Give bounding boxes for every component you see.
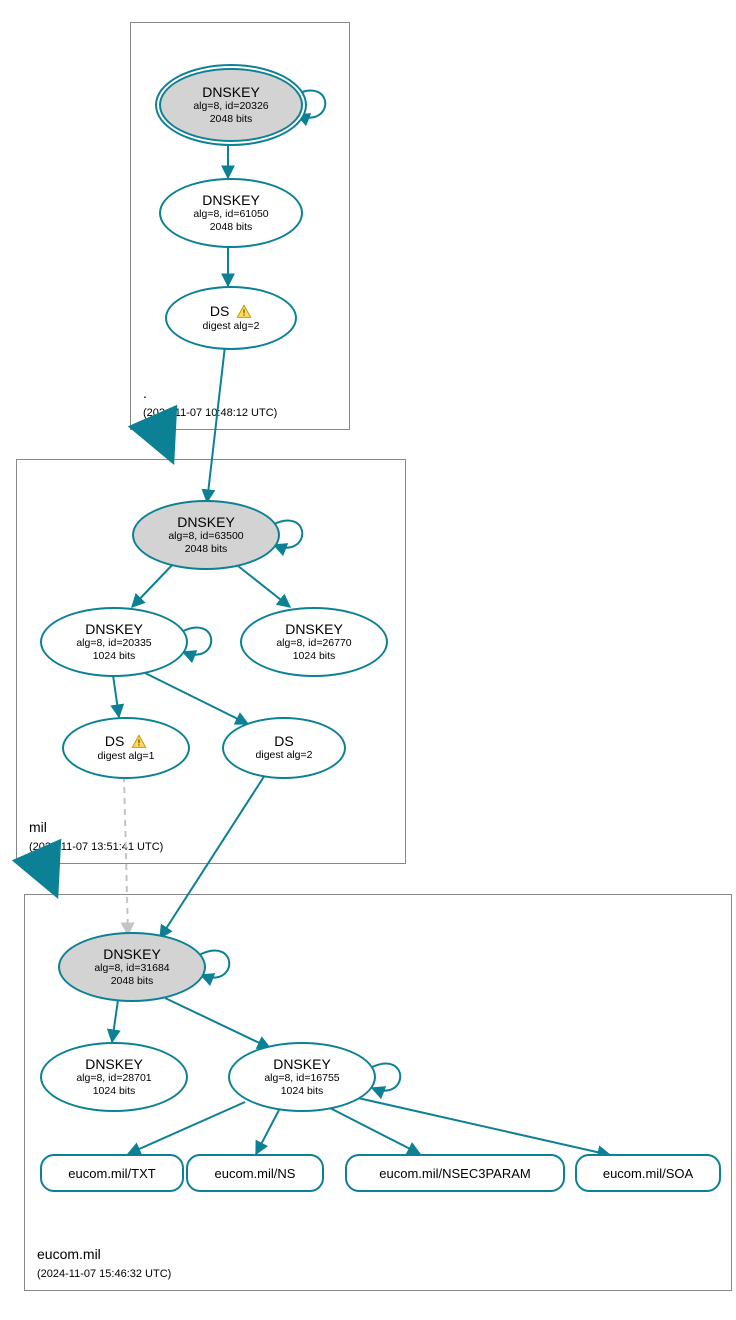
- node-sub: 2048 bits: [210, 113, 253, 126]
- zone-mil-label: mil: [29, 819, 47, 835]
- zone-eucom-label: eucom.mil: [37, 1246, 101, 1262]
- node-title: DNSKEY: [177, 515, 235, 530]
- node-sub: alg=8, id=63500: [168, 530, 243, 543]
- node-sub: digest alg=2: [203, 320, 260, 333]
- rrset-label: eucom.mil/SOA: [603, 1166, 693, 1181]
- node-sub: digest alg=2: [256, 749, 313, 762]
- rrset-txt: eucom.mil/TXT: [40, 1154, 184, 1192]
- node-sub: alg=8, id=16755: [264, 1072, 339, 1085]
- node-title: DNSKEY: [103, 947, 161, 962]
- rrset-nsec3param: eucom.mil/NSEC3PARAM: [345, 1154, 565, 1192]
- rrset-ns: eucom.mil/NS: [186, 1154, 324, 1192]
- node-title: DS: [105, 734, 147, 750]
- node-sub: 2048 bits: [185, 543, 228, 556]
- rrset-label: eucom.mil/NS: [215, 1166, 296, 1181]
- ds-mil-1: DS digest alg=1: [62, 717, 190, 779]
- node-title: DNSKEY: [273, 1057, 331, 1072]
- ds-mil-2: DS digest alg=2: [222, 717, 346, 779]
- node-sub: 1024 bits: [281, 1085, 324, 1098]
- ds-label: DS: [105, 733, 124, 749]
- zone-eucom-time: (2024-11-07 15:46:32 UTC): [37, 1268, 171, 1280]
- dnskey-root-ksk: DNSKEY alg=8, id=20326 2048 bits: [159, 68, 303, 142]
- node-sub: alg=8, id=31684: [94, 962, 169, 975]
- zone-root-time: (2024-11-07 10:48:12 UTC): [143, 407, 277, 419]
- ds-root: DS digest alg=2: [165, 286, 297, 350]
- dnskey-mil-ksk: DNSKEY alg=8, id=63500 2048 bits: [132, 500, 280, 570]
- node-title: DS: [274, 734, 293, 749]
- zone-mil-time: (2024-11-07 13:51:41 UTC): [29, 841, 163, 853]
- warning-icon: [131, 734, 147, 750]
- warning-icon: [236, 304, 252, 320]
- dnskey-eucom-ksk: DNSKEY alg=8, id=31684 2048 bits: [58, 932, 206, 1002]
- node-sub: 1024 bits: [293, 650, 336, 663]
- node-sub: digest alg=1: [98, 750, 155, 763]
- rrset-soa: eucom.mil/SOA: [575, 1154, 721, 1192]
- rrset-label: eucom.mil/NSEC3PARAM: [379, 1166, 530, 1181]
- node-sub: alg=8, id=28701: [76, 1072, 151, 1085]
- node-sub: 2048 bits: [210, 221, 253, 234]
- node-sub: alg=8, id=61050: [193, 208, 268, 221]
- node-sub: 1024 bits: [93, 1085, 136, 1098]
- dnskey-eucom-zsk2: DNSKEY alg=8, id=16755 1024 bits: [228, 1042, 376, 1112]
- node-sub: 1024 bits: [93, 650, 136, 663]
- node-title: DS: [210, 304, 252, 320]
- ds-label: DS: [210, 303, 229, 319]
- dnskey-root-zsk: DNSKEY alg=8, id=61050 2048 bits: [159, 178, 303, 248]
- node-title: DNSKEY: [85, 622, 143, 637]
- node-title: DNSKEY: [202, 193, 260, 208]
- zone-root-label: .: [143, 385, 147, 401]
- node-sub: alg=8, id=26770: [276, 637, 351, 650]
- node-title: DNSKEY: [85, 1057, 143, 1072]
- rrset-label: eucom.mil/TXT: [68, 1166, 155, 1181]
- node-sub: alg=8, id=20326: [193, 100, 268, 113]
- node-sub: 2048 bits: [111, 975, 154, 988]
- dnskey-mil-zsk: DNSKEY alg=8, id=20335 1024 bits: [40, 607, 188, 677]
- node-title: DNSKEY: [202, 85, 260, 100]
- node-title: DNSKEY: [285, 622, 343, 637]
- dnskey-mil-zsk2: DNSKEY alg=8, id=26770 1024 bits: [240, 607, 388, 677]
- dnskey-eucom-zsk1: DNSKEY alg=8, id=28701 1024 bits: [40, 1042, 188, 1112]
- node-sub: alg=8, id=20335: [76, 637, 151, 650]
